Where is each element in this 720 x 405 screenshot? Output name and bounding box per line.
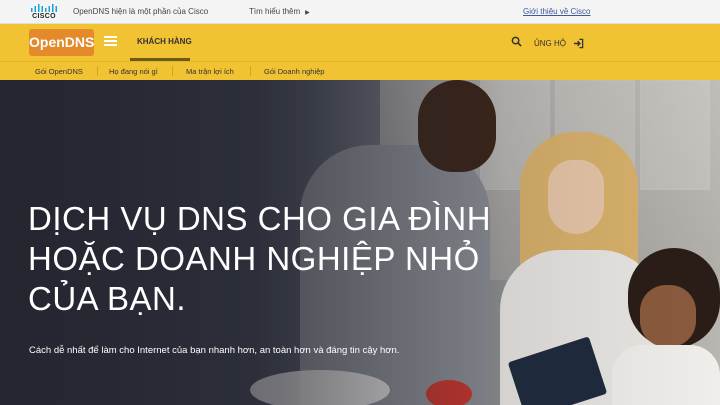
hero-headline: DỊCH VỤ DNS CHO GIA ĐÌNH HOẶC DOANH NGHI…	[28, 199, 588, 319]
login-icon[interactable]	[573, 38, 584, 49]
arrow-right-icon: ▶	[305, 10, 310, 16]
cisco-tagline: OpenDNS hiện là một phần của Cisco	[73, 7, 209, 16]
sub-nav-item-opendns-plans[interactable]: Gói OpenDNS	[35, 67, 83, 76]
sub-nav: Gói OpenDNS Họ đang nói gì Ma trận lợi í…	[0, 61, 720, 80]
sub-nav-item-testimonials[interactable]: Họ đang nói gì	[109, 67, 158, 76]
learn-more-label: Tìm hiểu thêm	[249, 7, 301, 16]
hero-headline-line: HOẶC DOANH NGHIỆP NHỎ	[28, 240, 480, 277]
support-link[interactable]: ỦNG HỘ	[534, 39, 566, 48]
cisco-bars-icon	[31, 4, 57, 12]
search-icon[interactable]	[511, 36, 522, 47]
hero-subheadline: Cách dễ nhất để làm cho Internet của bạn…	[29, 345, 400, 356]
tab-customers[interactable]: KHÁCH HÀNG	[137, 37, 192, 46]
about-cisco-link[interactable]: Giới thiệu về Cisco	[523, 7, 591, 16]
hamburger-menu-icon[interactable]	[104, 36, 117, 46]
opendns-logo[interactable]: OpenDNS	[29, 29, 94, 56]
hero-headline-line: DỊCH VỤ DNS CHO GIA ĐÌNH	[28, 200, 492, 237]
main-nav: OpenDNS KHÁCH HÀNG ỦNG HỘ	[0, 24, 720, 61]
cisco-top-bar: CISCO OpenDNS hiện là một phần của Cisco…	[0, 0, 720, 24]
learn-more-link[interactable]: Tìm hiểu thêm ▶	[249, 7, 310, 16]
cisco-wordmark: CISCO	[32, 13, 56, 20]
divider	[250, 66, 251, 76]
sub-nav-item-business-plans[interactable]: Gói Doanh nghiệp	[264, 67, 324, 76]
divider	[97, 66, 98, 76]
cisco-logo[interactable]: CISCO	[29, 4, 59, 21]
sub-nav-item-benefits-matrix[interactable]: Ma trận lợi ích	[186, 67, 234, 76]
hero-headline-line: CỦA BẠN.	[28, 280, 187, 317]
divider	[172, 66, 173, 76]
